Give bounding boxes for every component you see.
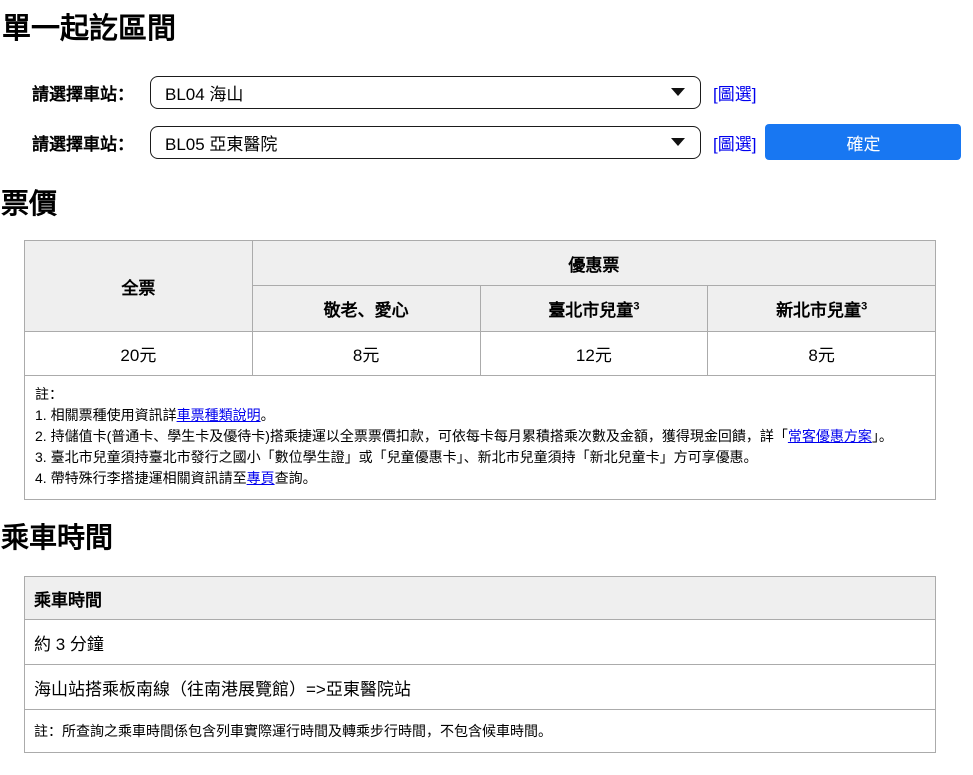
- special-luggage-page-link[interactable]: 專頁: [247, 470, 275, 486]
- fare-col-taipei-child: 臺北市兒童3: [480, 286, 708, 332]
- origin-map-select-link[interactable]: [圖選]: [713, 80, 756, 105]
- fare-col-taipei-child-footnote: 3: [633, 300, 639, 312]
- fare-value-senior: 8元: [252, 332, 480, 376]
- fare-table: 全票 優惠票 敬老、愛心 臺北市兒童3 新北市兒童3 20元 8元 12元 8元…: [24, 240, 936, 500]
- fare-note-1-text: 1. 相關票種使用資訊詳: [35, 407, 177, 423]
- destination-map-select-link[interactable]: [圖選]: [713, 130, 756, 155]
- chevron-down-icon: [671, 88, 685, 96]
- fare-col-newtaipei-child-footnote: 3: [861, 300, 867, 312]
- fare-note-2-text: 2. 持儲值卡(普通卡、學生卡及優待卡)搭乘捷運以全票票價扣款，可依每卡每月累積…: [35, 428, 788, 444]
- fare-notes-cell: 註： 1. 相關票種使用資訊詳車票種類說明。 2. 持儲值卡(普通卡、學生卡及優…: [25, 376, 936, 500]
- station-select-form: 請選擇車站： BL04 海山 [圖選] 請選擇車站： BL05 亞東醫院 [圖選…: [32, 74, 973, 160]
- fare-value-full: 20元: [25, 332, 253, 376]
- fare-notes-label: 註：: [35, 384, 925, 405]
- fare-col-newtaipei-child: 新北市兒童3: [708, 286, 936, 332]
- origin-station-select[interactable]: BL04 海山: [150, 76, 701, 109]
- confirm-button[interactable]: 確定: [765, 124, 961, 160]
- fare-col-newtaipei-child-label: 新北市兒童: [776, 301, 861, 320]
- origin-station-label: 請選擇車站：: [32, 80, 150, 105]
- fare-note-4-tail: 查詢。: [275, 470, 317, 486]
- travel-time-table: 乘車時間 約 3 分鐘 海山站搭乘板南線（往南港展覽館）=>亞東醫院站 註：所查…: [24, 576, 936, 753]
- destination-station-row: 請選擇車站： BL05 亞東醫院 [圖選] 確定: [32, 124, 973, 160]
- destination-station-label: 請選擇車站：: [32, 130, 150, 155]
- fare-note-2-tail: 」。: [872, 428, 893, 444]
- travel-time-heading: 乘車時間: [1, 523, 973, 553]
- fare-heading: 票價: [1, 189, 973, 219]
- origin-station-value: BL04 海山: [165, 80, 243, 105]
- fare-col-senior: 敬老、愛心: [252, 286, 480, 332]
- chevron-down-icon: [671, 138, 685, 146]
- destination-station-select[interactable]: BL05 亞東醫院: [150, 126, 701, 159]
- travel-time-duration: 約 3 分鐘: [25, 620, 936, 665]
- fare-note-3: 3. 臺北市兒童須持臺北市發行之國小「數位學生證」或「兒童優惠卡」、新北市兒童須…: [35, 447, 925, 468]
- fare-value-taipei-child: 12元: [480, 332, 708, 376]
- fare-note-1: 1. 相關票種使用資訊詳車票種類說明。: [35, 405, 925, 426]
- fare-col-taipei-child-label: 臺北市兒童: [548, 301, 633, 320]
- fare-value-newtaipei-child: 8元: [708, 332, 936, 376]
- origin-station-row: 請選擇車站： BL04 海山 [圖選]: [32, 74, 973, 110]
- destination-station-value: BL05 亞東醫院: [165, 130, 277, 155]
- travel-time-route: 海山站搭乘板南線（往南港展覽館）=>亞東醫院站: [25, 665, 936, 710]
- fare-col-discount-group: 優惠票: [252, 241, 935, 286]
- fare-note-1-tail: 。: [261, 407, 275, 423]
- travel-time-note: 註：所查詢之乘車時間係包含列車實際運行時間及轉乘步行時間，不包含候車時間。: [25, 710, 936, 753]
- fare-note-2: 2. 持儲值卡(普通卡、學生卡及優待卡)搭乘捷運以全票票價扣款，可依每卡每月累積…: [35, 426, 925, 447]
- travel-time-table-header: 乘車時間: [25, 577, 936, 620]
- fare-note-4-text: 4. 帶特殊行李搭捷運相關資訊請至: [35, 470, 247, 486]
- frequent-rider-program-link[interactable]: 常客優惠方案: [788, 428, 872, 444]
- ticket-types-link[interactable]: 車票種類說明: [177, 407, 261, 423]
- fare-col-full: 全票: [25, 241, 253, 332]
- fare-note-4: 4. 帶特殊行李搭捷運相關資訊請至專頁查詢。: [35, 468, 925, 489]
- page-title: 單一起訖區間: [2, 14, 973, 45]
